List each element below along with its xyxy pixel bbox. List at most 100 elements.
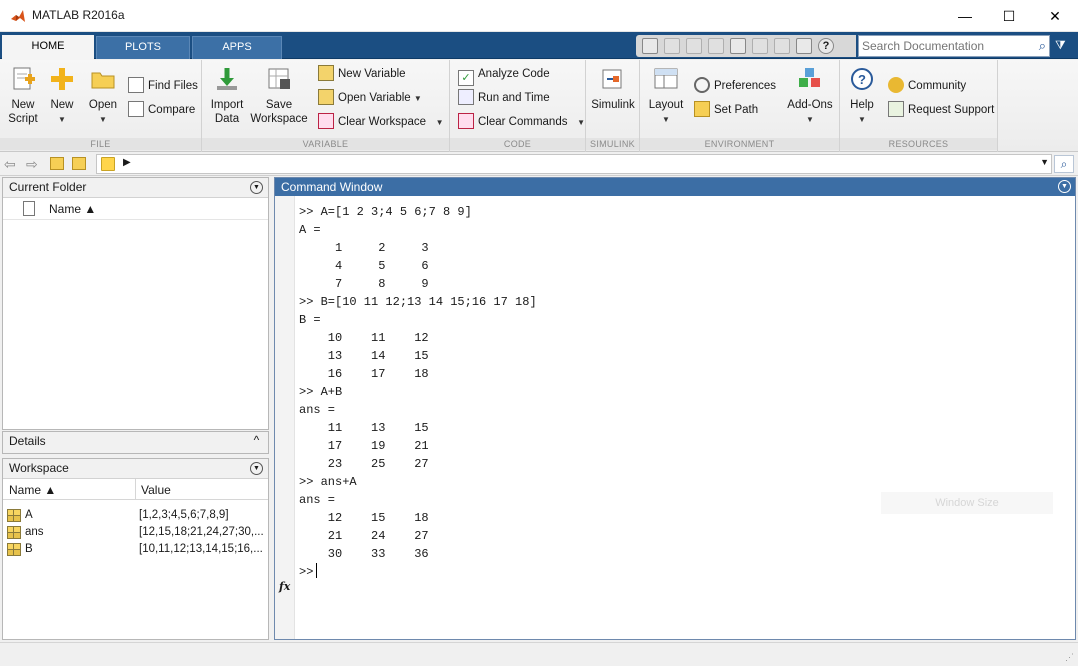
help-icon[interactable]: ?	[818, 38, 834, 54]
open-variable-button[interactable]: Open Variable ▼	[318, 88, 422, 108]
redo-icon[interactable]	[774, 38, 790, 54]
save-workspace-button[interactable]: Save Workspace	[250, 66, 308, 126]
preferences-label: Preferences	[714, 80, 777, 92]
clear-commands-icon	[458, 113, 474, 129]
column-divider[interactable]	[135, 479, 136, 500]
panel-actions-icon[interactable]: ▼	[250, 462, 263, 475]
workspace-title: Workspace	[9, 461, 69, 475]
help-button[interactable]: ? Help ▼	[844, 66, 880, 127]
command-prompt: >>	[299, 565, 314, 579]
save-icon[interactable]	[664, 38, 680, 54]
search-documentation-input[interactable]	[859, 36, 1029, 56]
new-variable-button[interactable]: New Variable	[318, 64, 406, 84]
request-support-icon	[888, 101, 904, 117]
details-panel[interactable]: Details ^	[2, 431, 269, 454]
up-folder-icon[interactable]	[50, 157, 64, 170]
paste-icon[interactable]	[730, 38, 746, 54]
command-line: B =	[299, 313, 321, 327]
chevron-down-icon: ▼	[662, 115, 670, 124]
undo-icon[interactable]	[752, 38, 768, 54]
command-window[interactable]: Command Window ▼ fx >> A=[1 2 3;4 5 6;7 …	[274, 177, 1076, 640]
compare-button[interactable]: Compare	[128, 100, 195, 120]
clear-commands-button[interactable]: Clear Commands ▼	[458, 112, 585, 132]
current-folder-path[interactable]: ▶ ▼	[96, 154, 1052, 174]
function-browser-fx-icon[interactable]: fx	[279, 580, 290, 593]
command-window-header: Command Window ▼	[275, 178, 1075, 196]
back-arrow-icon[interactable]: ⇦	[4, 156, 16, 173]
code-section: ✓ Analyze Code Run and Time Clear Command…	[450, 60, 586, 152]
workspace-row[interactable]: A [1,2,3;4,5,6;7,8,9]	[3, 507, 268, 524]
variable-name: A	[25, 509, 33, 521]
command-line: 13 14 15	[299, 349, 429, 363]
switch-windows-icon[interactable]	[796, 38, 812, 54]
command-output: >> A=[1 2 3;4 5 6;7 8 9] A = 1 2 3 4 5 6…	[299, 203, 537, 581]
command-line: >> B=[10 11 12;13 14 15;16 17 18]	[299, 295, 537, 309]
new-variable-label: New Variable	[338, 68, 406, 80]
layout-icon	[654, 68, 678, 89]
current-folder-title: Current Folder	[9, 180, 87, 194]
layout-button[interactable]: Layout ▼	[644, 66, 688, 127]
panel-actions-icon[interactable]: ▼	[250, 181, 263, 194]
quick-new-icon[interactable]	[642, 38, 658, 54]
chevron-down-icon: ▼	[806, 115, 814, 124]
command-line: 7 8 9	[299, 277, 429, 291]
panel-actions-icon[interactable]: ▼	[1058, 180, 1071, 193]
command-line: >> A=[1 2 3;4 5 6;7 8 9]	[299, 205, 472, 219]
command-prompt-line[interactable]: >>	[299, 563, 537, 581]
workspace-row[interactable]: B [10,11,12;13,14,15;16,...	[3, 541, 268, 558]
matlab-logo-icon	[11, 10, 25, 22]
window-size-hint: Window Size	[881, 492, 1053, 514]
tab-home[interactable]: HOME	[2, 35, 94, 60]
browse-folder-icon[interactable]	[72, 157, 86, 170]
run-and-time-icon	[458, 89, 474, 105]
save-workspace-label-line-1: Save	[265, 99, 293, 111]
layout-label: Layout	[648, 99, 684, 111]
workspace-row[interactable]: ans [12,15,18;21,24,27;30,...	[3, 524, 268, 541]
open-button[interactable]: Open ▼	[84, 66, 122, 127]
search-documentation: ⌕	[858, 35, 1050, 57]
search-folder-button[interactable]: ⌕	[1054, 155, 1074, 173]
filter-icon[interactable]: ⧩	[1055, 38, 1071, 54]
tab-plots[interactable]: PLOTS	[96, 36, 190, 59]
chevron-down-icon[interactable]: ▼	[1040, 157, 1049, 167]
chevron-right-icon[interactable]: ▶	[123, 157, 131, 168]
run-and-time-button[interactable]: Run and Time	[458, 88, 550, 108]
quick-access-toolbar: ?	[636, 35, 856, 57]
find-files-button[interactable]: Find Files	[128, 76, 198, 96]
column-name[interactable]: Name ▲	[9, 483, 56, 497]
simulink-button[interactable]: Simulink	[590, 66, 636, 112]
maximize-button[interactable]: ☐	[986, 0, 1032, 32]
new-script-button[interactable]: New Script	[4, 66, 42, 126]
column-name[interactable]: Name ▲	[49, 202, 96, 216]
resize-grip-icon[interactable]: ⋰	[1065, 652, 1074, 663]
copy-icon[interactable]	[708, 38, 724, 54]
analyze-code-button[interactable]: ✓ Analyze Code	[458, 64, 550, 86]
minimize-button[interactable]: —	[942, 0, 988, 32]
chevron-down-icon: ▼	[58, 115, 66, 124]
column-value[interactable]: Value	[141, 483, 171, 497]
set-path-button[interactable]: Set Path	[694, 100, 758, 120]
add-ons-label: Add-Ons	[787, 99, 833, 111]
community-button[interactable]: Community	[888, 76, 966, 96]
command-line: 17 19 21	[299, 439, 429, 453]
file-section: New Script New ▼ Open ▼ Find Files Compa…	[0, 60, 202, 152]
search-icon[interactable]: ⌕	[1039, 38, 1046, 54]
close-button[interactable]: ✕	[1032, 0, 1078, 32]
request-support-button[interactable]: Request Support	[888, 100, 994, 120]
window-title: MATLAB R2016a	[32, 8, 125, 22]
add-ons-button[interactable]: Add-Ons ▼	[784, 66, 836, 127]
run-and-time-label: Run and Time	[478, 92, 550, 104]
chevron-up-icon[interactable]: ^	[250, 434, 263, 448]
forward-arrow-icon[interactable]: ⇨	[26, 156, 38, 173]
command-line: 16 17 18	[299, 367, 429, 381]
open-variable-icon	[318, 89, 334, 105]
set-path-label: Set Path	[714, 104, 759, 116]
cut-icon[interactable]	[686, 38, 702, 54]
analyze-code-icon: ✓	[458, 70, 474, 86]
preferences-button[interactable]: Preferences	[694, 76, 776, 96]
clear-workspace-button[interactable]: Clear Workspace ▼	[318, 112, 444, 132]
tab-apps[interactable]: APPS	[192, 36, 282, 59]
new-button[interactable]: New ▼	[44, 66, 80, 127]
help-icon: ?	[851, 68, 873, 90]
import-data-button[interactable]: Import Data	[206, 66, 248, 126]
